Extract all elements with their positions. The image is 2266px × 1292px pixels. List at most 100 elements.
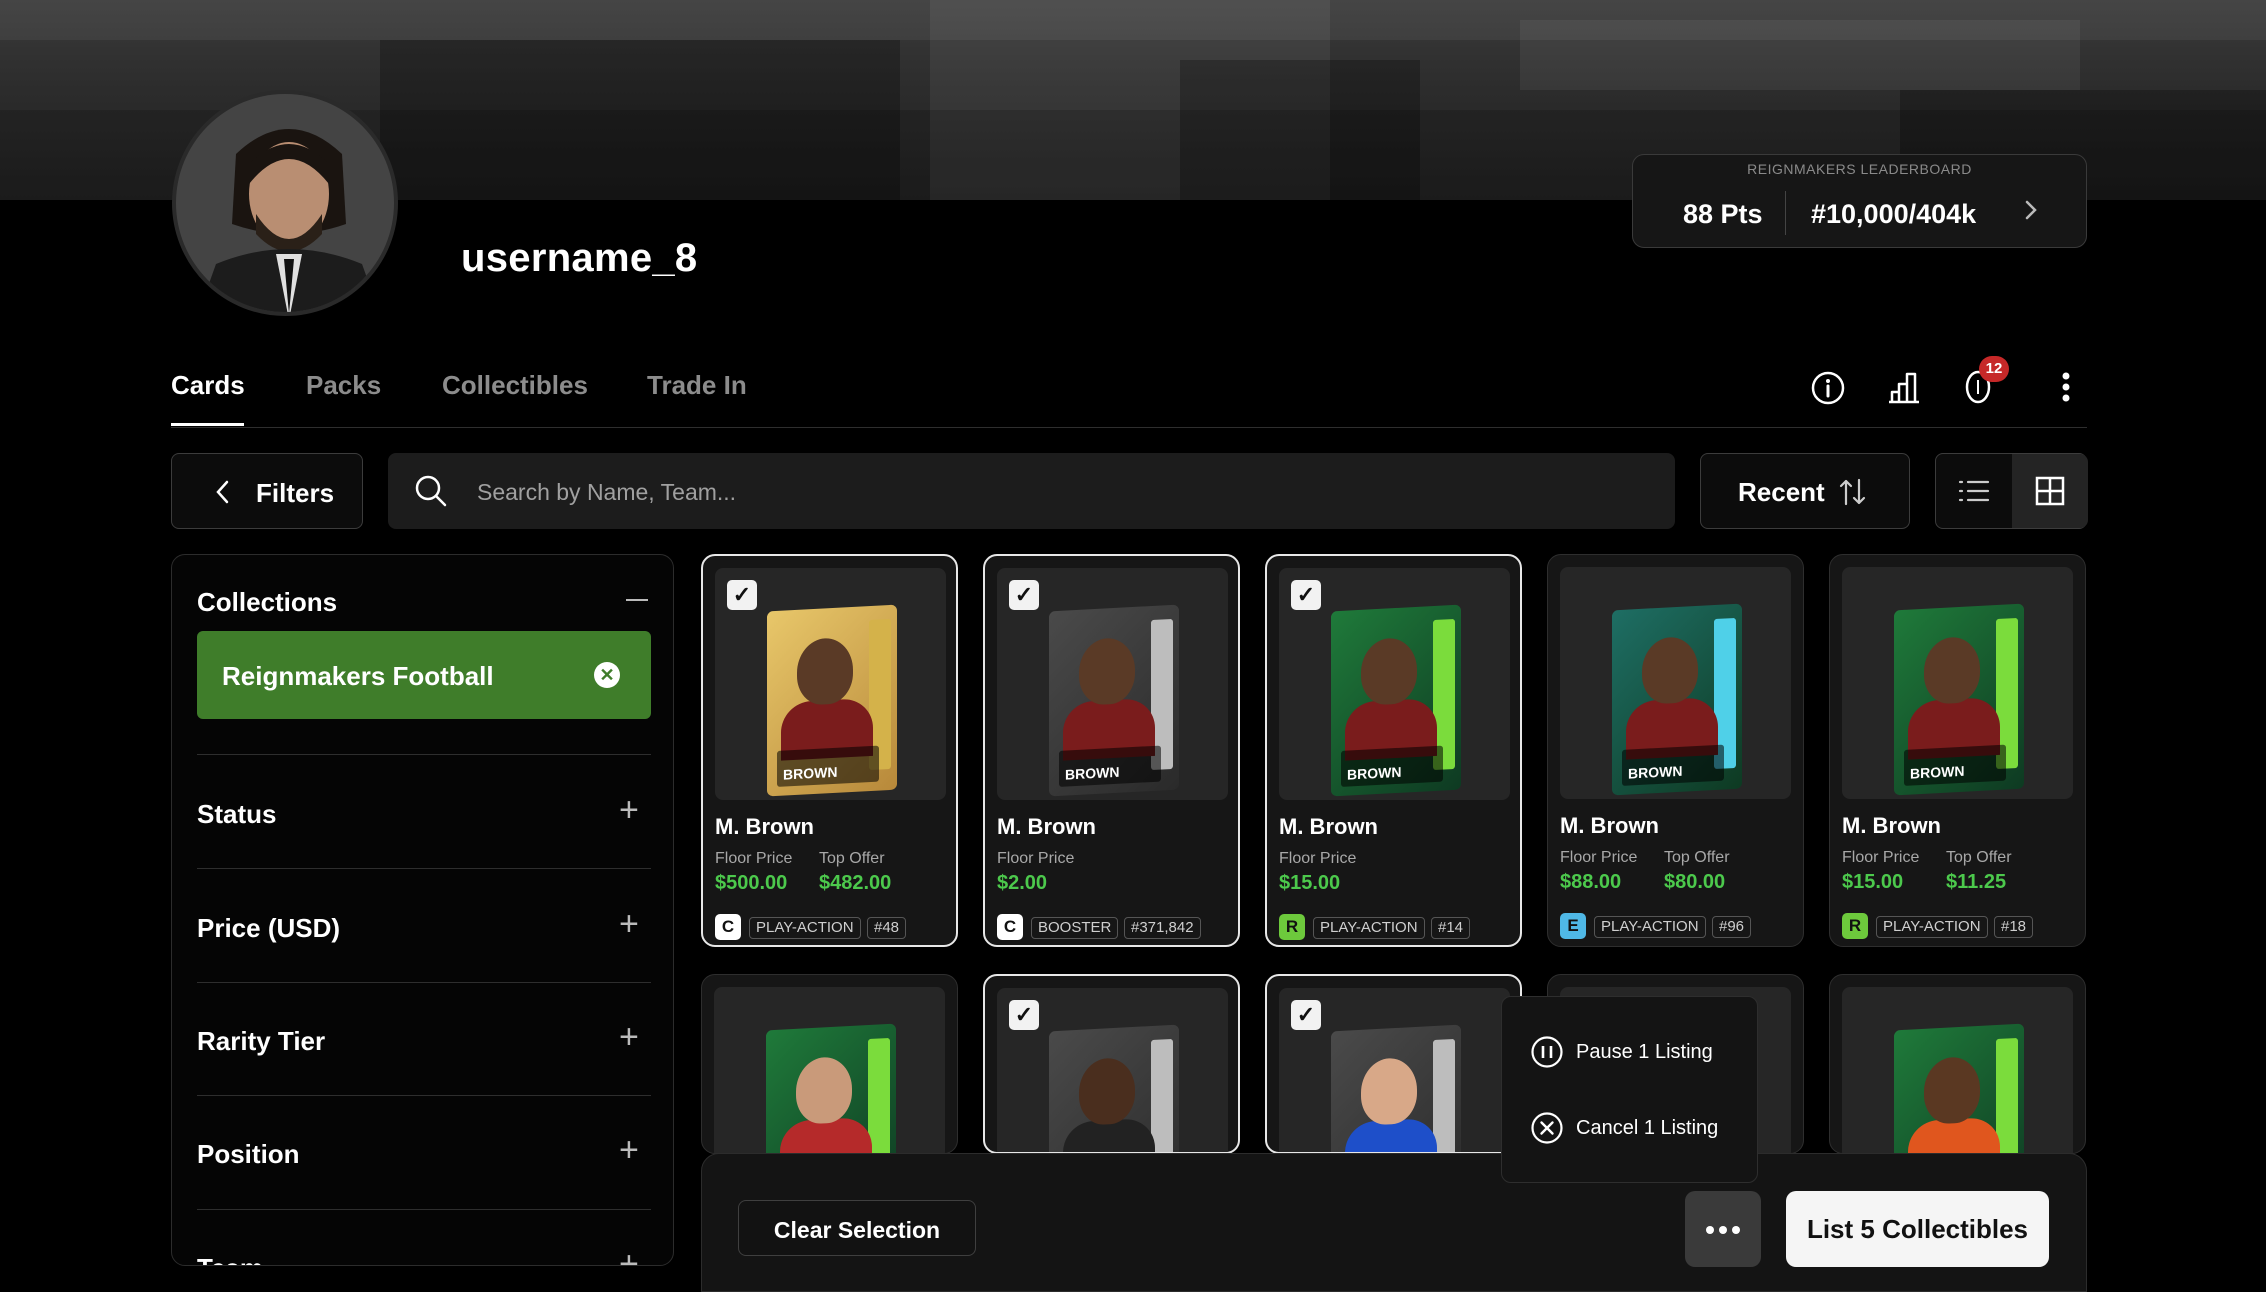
leaderboard-divider xyxy=(1785,191,1786,235)
card-serial-tag: #18 xyxy=(1994,916,2034,938)
card-type-tag: PLAY-ACTION xyxy=(1876,916,1988,938)
rarity-tier-badge: E xyxy=(1560,913,1586,939)
expand-plus-icon[interactable]: + xyxy=(619,1245,639,1265)
chevron-right-icon xyxy=(2021,195,2041,233)
checkbox-checked-icon[interactable]: ✓ xyxy=(1009,580,1039,610)
pause-listing-item[interactable]: Pause 1 Listing xyxy=(1530,1035,1740,1071)
collectible-card[interactable]: JA'MARR xyxy=(1829,974,2086,1154)
expand-plus-icon[interactable]: + xyxy=(619,1018,639,1057)
more-actions-button[interactable] xyxy=(1685,1191,1761,1267)
card-type-tag: PLAY-ACTION xyxy=(749,917,861,939)
expand-plus-icon[interactable]: + xyxy=(619,905,639,944)
tab-packs[interactable]: Packs xyxy=(306,370,381,401)
card-type-tag: PLAY-ACTION xyxy=(1313,917,1425,939)
rarity-stripe xyxy=(1996,1037,2018,1153)
card-image: GEORGE xyxy=(766,1023,896,1153)
collectible-card[interactable]: ✓ LAMAR xyxy=(983,974,1240,1154)
card-artwork: GEORGE xyxy=(714,987,945,1153)
rarity-tier-badge: C xyxy=(715,914,741,940)
username: username_8 xyxy=(461,236,698,280)
card-player-name: BROWN xyxy=(1910,762,1965,782)
tab-trade-in[interactable]: Trade In xyxy=(647,370,747,401)
grid-view-button[interactable] xyxy=(2012,454,2088,528)
expand-plus-icon[interactable]: + xyxy=(619,1131,639,1170)
player-face xyxy=(796,1055,852,1125)
listing-actions-menu: Pause 1 Listing Cancel 1 Listing xyxy=(1501,996,1758,1183)
tab-cards[interactable]: Cards xyxy=(171,370,245,401)
filter-rarity-tier[interactable]: Rarity Tier xyxy=(197,1026,325,1057)
collectible-card[interactable]: ✓ BROWN M. Brown Floor Price $500.00 Top Offe… xyxy=(701,554,958,947)
sort-button[interactable]: Recent xyxy=(1700,453,1910,529)
checkbox-checked-icon[interactable]: ✓ xyxy=(1291,580,1321,610)
clear-selection-button[interactable]: Clear Selection xyxy=(738,1200,976,1256)
collectible-card[interactable]: ✓ BROWN M. Brown Floor Price $15.00 R PLAY-ACT… xyxy=(1265,554,1522,947)
card-image: BROWN xyxy=(1612,603,1742,796)
filter-position[interactable]: Position xyxy=(197,1139,300,1170)
collapse-minus-icon[interactable] xyxy=(626,599,648,601)
card-serial-tag: #96 xyxy=(1712,916,1752,938)
filters-sidebar: Collections Reignmakers Football ✕ Statu… xyxy=(171,554,674,1266)
card-artwork: BROWN xyxy=(1842,567,2073,799)
card-artwork: BROWN xyxy=(1560,567,1791,799)
collectible-card[interactable]: BROWN M. Brown Floor Price $88.00 Top Offer $… xyxy=(1547,554,1804,947)
clear-selection-label: Clear Selection xyxy=(773,1217,941,1243)
view-toggle xyxy=(1935,453,2088,529)
more-vertical-icon[interactable] xyxy=(2054,368,2078,411)
sidebar-divider xyxy=(197,868,651,869)
floor-price-label: Floor Price xyxy=(1560,849,1638,866)
expand-plus-icon[interactable]: + xyxy=(619,791,639,830)
leaderboard-widget[interactable]: REIGNMAKERS LEADERBOARD 88 Pts #10,000/4… xyxy=(1632,154,2087,248)
search-input[interactable]: Search by Name, Team... xyxy=(388,453,1675,529)
filter-status[interactable]: Status xyxy=(197,799,276,830)
card-serial-tag: #371,842 xyxy=(1124,917,1201,939)
search-icon xyxy=(413,473,449,514)
rarity-tier-badge: C xyxy=(997,914,1023,940)
card-name: M. Brown xyxy=(997,814,1096,839)
tab-collectibles[interactable]: Collectibles xyxy=(442,370,588,401)
rarity-stripe xyxy=(1151,1038,1173,1152)
close-icon[interactable]: ✕ xyxy=(594,662,620,688)
player-face xyxy=(1079,1056,1135,1126)
collection-chip-label: Reignmakers Football xyxy=(222,661,494,691)
checkbox-checked-icon[interactable]: ✓ xyxy=(1291,1000,1321,1030)
cancel-listing-item[interactable]: Cancel 1 Listing xyxy=(1530,1111,1740,1147)
list-collectibles-button[interactable]: List 5 Collectibles xyxy=(1786,1191,2049,1267)
player-face xyxy=(1361,1056,1417,1126)
player-face xyxy=(1642,635,1698,705)
active-tab-indicator xyxy=(171,423,244,426)
collectible-card[interactable]: GEORGE xyxy=(701,974,958,1154)
chevron-left-icon xyxy=(212,478,234,511)
leaderboard-rank: #10,000/404k xyxy=(1811,199,1977,229)
collection-chip[interactable]: Reignmakers Football ✕ xyxy=(197,631,651,719)
checkbox-checked-icon[interactable]: ✓ xyxy=(727,580,757,610)
filter-price[interactable]: Price (USD) xyxy=(197,913,340,944)
list-view-icon[interactable] xyxy=(1958,478,1990,509)
floor-price-label: Floor Price xyxy=(1279,850,1357,867)
collectible-card[interactable]: ✓ BROWN M. Brown Floor Price $2.00 C BOOSTER #3… xyxy=(983,554,1240,947)
card-image: JA'MARR xyxy=(1894,1023,2024,1153)
card-image: LAMAR xyxy=(1049,1024,1179,1152)
card-image: COOPER xyxy=(1331,1024,1461,1152)
stats-chart-icon[interactable] xyxy=(1886,368,1922,411)
leaderboard-points: 88 Pts xyxy=(1683,199,1763,229)
filter-team[interactable]: Team xyxy=(197,1253,263,1265)
card-player-name: BROWN xyxy=(1628,762,1683,782)
filters-button[interactable]: Filters xyxy=(171,453,363,529)
player-face xyxy=(1924,635,1980,705)
floor-price-value: $88.00 xyxy=(1560,871,1622,893)
card-image: BROWN xyxy=(1331,604,1461,797)
top-offer-value: $11.25 xyxy=(1946,871,2007,893)
sidebar-divider xyxy=(197,1209,651,1210)
sidebar-divider xyxy=(197,754,651,755)
top-offer-label: Top Offer xyxy=(819,850,885,867)
floor-price-label: Floor Price xyxy=(997,850,1075,867)
floor-price-value: $2.00 xyxy=(997,872,1048,894)
player-face xyxy=(797,636,853,706)
collectible-card[interactable]: BROWN M. Brown Floor Price $15.00 Top Offer $… xyxy=(1829,554,2086,947)
card-name: M. Brown xyxy=(715,814,814,839)
card-serial-tag: #48 xyxy=(867,917,907,939)
card-artwork: JA'MARR xyxy=(1842,987,2073,1153)
checkbox-checked-icon[interactable]: ✓ xyxy=(1009,1000,1039,1030)
collectible-card[interactable]: ✓ COOPER xyxy=(1265,974,1522,1154)
info-icon[interactable] xyxy=(1810,370,1846,411)
